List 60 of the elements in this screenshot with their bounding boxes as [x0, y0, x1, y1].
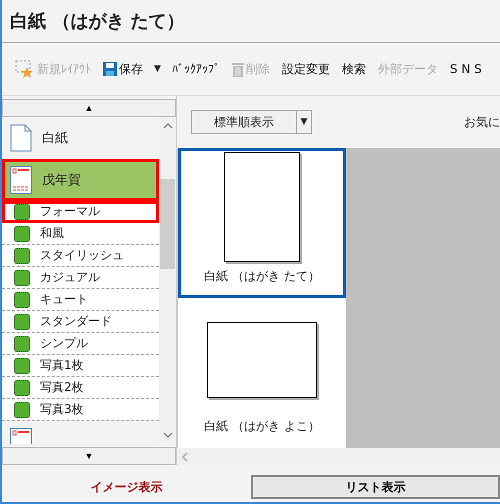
template-icon [14, 336, 30, 352]
template-item[interactable]: フォーマル [2, 201, 159, 223]
favorite-label: お気に [464, 114, 500, 130]
template-label: キュート [40, 291, 88, 308]
save-icon [103, 62, 117, 76]
template-icon [14, 292, 30, 308]
thumbnail-label: 白紙 （はがき たて） [204, 268, 320, 285]
toolbar-button[interactable]: 保存 [98, 58, 148, 80]
chevron-left-icon[interactable] [181, 452, 189, 462]
template-icon [14, 248, 30, 264]
template-label: シンプル [40, 335, 88, 352]
template-label: 写真3枚 [40, 401, 84, 418]
sort-dropdown[interactable]: 標準順表示 ▼ [191, 110, 312, 134]
category-label: 白紙 [42, 130, 68, 147]
template-icon [14, 402, 30, 418]
template-label: 写真2枚 [40, 379, 84, 396]
template-item[interactable]: 写真1枚 [2, 355, 159, 377]
thumbnail-label: 白紙 （はがき よこ） [204, 418, 320, 435]
template-icon [14, 204, 30, 220]
trash-icon [232, 62, 244, 76]
template-item[interactable]: スタンダード [2, 311, 159, 333]
template-item[interactable]: シンプル [2, 333, 159, 355]
toolbar-button[interactable]: ﾊﾞｯｸｱｯﾌﾟ [166, 60, 225, 78]
star-frame-icon [15, 60, 35, 78]
template-item[interactable]: スタイリッシュ [2, 245, 159, 267]
template-icon [14, 380, 30, 396]
chevron-down-icon[interactable] [162, 432, 172, 438]
template-item[interactable]: 写真2枚 [2, 377, 159, 399]
vertical-scrollbar[interactable] [159, 117, 176, 444]
window-title: 白紙 （はがき たて） [10, 10, 185, 33]
template-item[interactable]: 和風 [2, 223, 159, 245]
toolbar-button[interactable]: 検索 [336, 58, 371, 80]
template-label: 写真1枚 [40, 357, 84, 374]
template-item[interactable]: キュート [2, 289, 159, 311]
template-label: スタイリッシュ [40, 247, 124, 264]
category-item[interactable]: 戊年賀 [2, 159, 159, 201]
template-icon [14, 314, 30, 330]
template-icon [14, 226, 30, 242]
template-item[interactable]: カジュアル [2, 267, 159, 289]
template-icon [14, 358, 30, 374]
blank-page-icon [10, 124, 32, 152]
scroll-up-button[interactable]: ▲ [2, 99, 176, 117]
postcard-icon [10, 166, 32, 194]
category-item[interactable]: 白紙 [2, 117, 159, 159]
toolbar-button[interactable]: S N S [444, 60, 487, 78]
template-label: カジュアル [40, 269, 100, 286]
scrollbar-thumb[interactable] [160, 179, 175, 269]
chevron-up-icon[interactable] [162, 123, 172, 129]
layout-thumbnail[interactable]: 白紙 （はがき よこ） [178, 298, 346, 448]
scroll-down-button[interactable]: ▼ [2, 447, 176, 465]
dropdown-caret[interactable]: ▼ [150, 64, 165, 74]
view-tab[interactable]: イメージ表示 [2, 475, 251, 499]
template-icon [14, 270, 30, 286]
template-label: フォーマル [40, 203, 100, 220]
template-label: スタンダード [40, 313, 112, 330]
toolbar-button[interactable]: 設定変更 [276, 58, 335, 80]
view-tab[interactable]: リスト表示 [250, 475, 500, 499]
layout-thumbnail[interactable]: 白紙 （はがき たて） [178, 148, 346, 298]
template-label: 和風 [40, 225, 64, 242]
category-label: 戊年賀 [42, 172, 81, 189]
